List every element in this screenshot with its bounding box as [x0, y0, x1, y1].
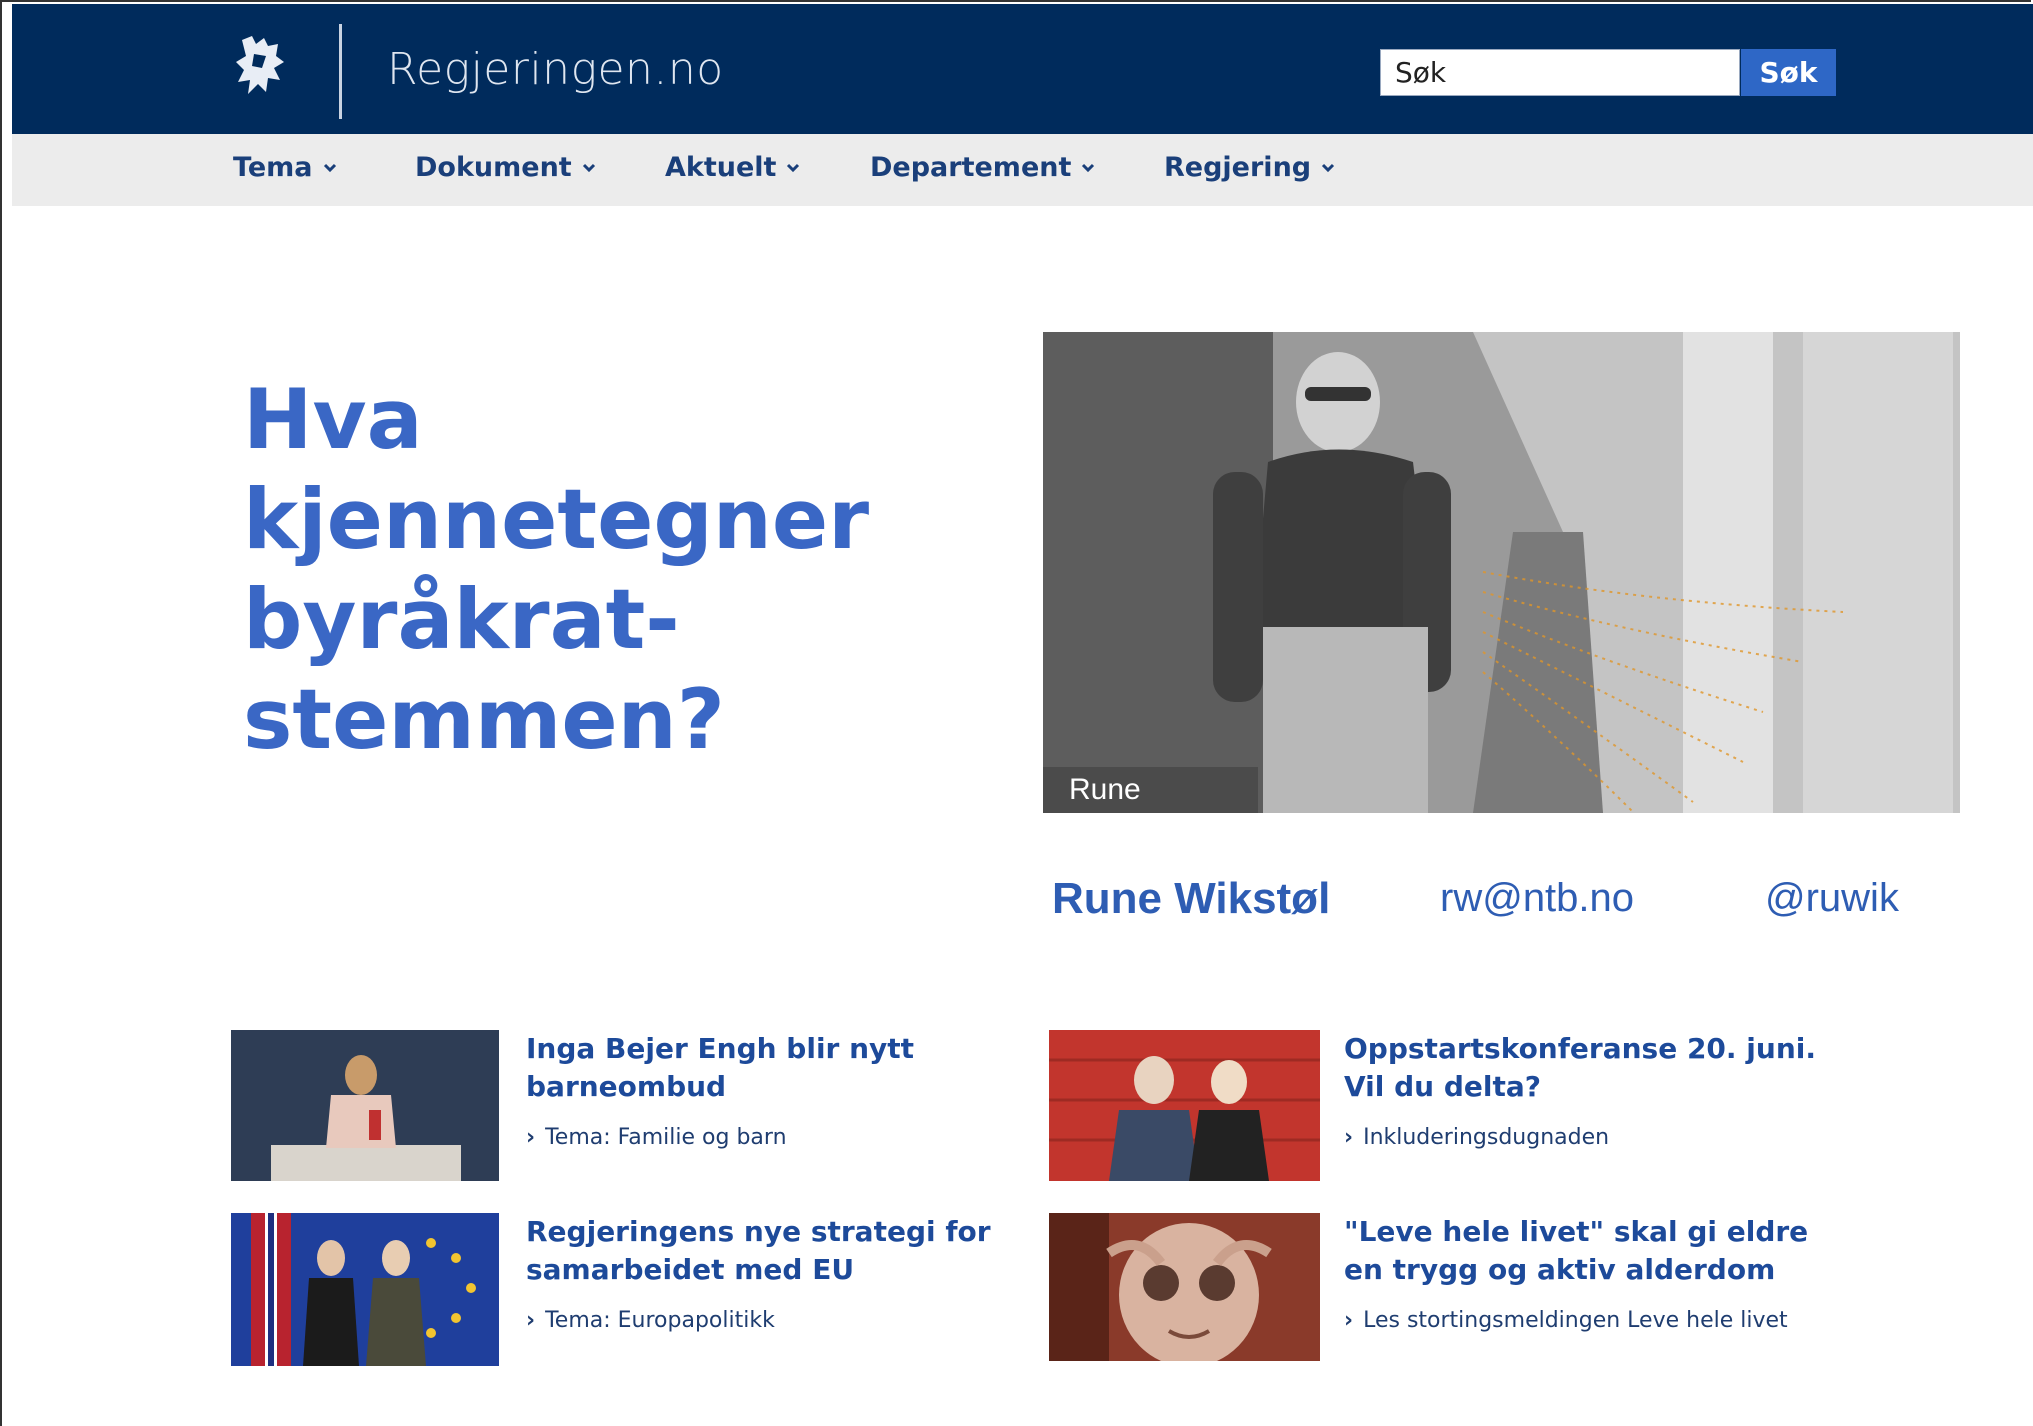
news-topic-label: Tema: Familie og barn: [545, 1125, 787, 1150]
news-topic-link[interactable]: › Les stortingsmeldingen Leve hele livet: [1344, 1308, 1788, 1333]
nav-item-label: Aktuelt: [665, 152, 777, 183]
news-topic-link[interactable]: › Inkluderingsdugnaden: [1344, 1125, 1609, 1150]
author-email-link[interactable]: rw@ntb.no: [1440, 876, 1634, 921]
news-topic-link[interactable]: › Tema: Europapolitikk: [526, 1308, 775, 1333]
chevron-right-icon: ›: [1344, 1308, 1354, 1333]
news-photo-press-conference: [231, 1030, 499, 1181]
headline-line: byråkrat-: [243, 571, 680, 668]
chevron-down-icon: [1082, 163, 1095, 172]
news-title-link[interactable]: Oppstartskonferanse 20. juni. Vil du del…: [1344, 1030, 1854, 1106]
nav-item-regjering[interactable]: Regjering: [1164, 152, 1335, 183]
headline-line: stemmen?: [243, 671, 725, 768]
news-title-link[interactable]: Inga Bejer Engh blir nytt barneombud: [526, 1030, 1036, 1106]
headline-line: Hva: [243, 371, 423, 468]
news-title-link[interactable]: "Leve hele livet" skal gi eldre en trygg…: [1344, 1213, 1854, 1289]
logo-divider: [339, 24, 342, 119]
search-input[interactable]: Søk: [1380, 49, 1740, 96]
chevron-right-icon: ›: [526, 1308, 536, 1333]
nav-item-dokument[interactable]: Dokument: [415, 152, 596, 183]
chevron-down-icon: [787, 163, 800, 172]
news-thumbnail[interactable]: [1049, 1213, 1320, 1361]
headline-line: kjennetegner: [243, 471, 870, 568]
hero-headline: Hva kjennetegner byråkrat- stemmen?: [243, 370, 1003, 770]
chevron-down-icon: [1322, 163, 1335, 172]
chevron-right-icon: ›: [526, 1125, 536, 1150]
news-thumbnail[interactable]: [1049, 1030, 1320, 1181]
nav-item-departement[interactable]: Departement: [870, 152, 1095, 183]
news-topic-label: Tema: Europapolitikk: [545, 1308, 775, 1333]
site-header: Regjeringen.no Søk Søk: [12, 4, 2033, 134]
nav-item-label: Departement: [870, 152, 1072, 183]
coat-of-arms-icon[interactable]: [232, 34, 290, 98]
nav-item-label: Tema: [233, 152, 313, 183]
author-name: Rune Wikstøl: [1052, 874, 1331, 923]
photo-illustration: [1043, 332, 1960, 813]
photo-caption: Rune: [1043, 767, 1258, 813]
main-nav: Tema Dokument Aktuelt Departement Regjer…: [12, 134, 2033, 206]
person-portrait-photo: Rune: [1043, 332, 1960, 813]
news-topic-link[interactable]: › Tema: Familie og barn: [526, 1125, 787, 1150]
nav-item-aktuelt[interactable]: Aktuelt: [665, 152, 800, 183]
nav-item-label: Dokument: [415, 152, 572, 183]
news-photo-eu-handshake: [231, 1213, 499, 1366]
news-title-link[interactable]: Regjeringens nye strategi for samarbeide…: [526, 1213, 1036, 1289]
news-photo-elderly-woman: [1049, 1213, 1320, 1361]
nav-item-label: Regjering: [1164, 152, 1312, 183]
site-name-link[interactable]: Regjeringen.no: [387, 44, 724, 95]
news-topic-label: Inkluderingsdugnaden: [1363, 1125, 1610, 1150]
news-thumbnail[interactable]: [231, 1213, 499, 1366]
news-topic-label: Les stortingsmeldingen Leve hele livet: [1363, 1308, 1788, 1333]
news-thumbnail[interactable]: [231, 1030, 499, 1181]
author-twitter-handle[interactable]: @ruwik: [1765, 876, 1899, 921]
chevron-down-icon: [323, 163, 336, 172]
search-button[interactable]: Søk: [1741, 49, 1836, 96]
chevron-right-icon: ›: [1344, 1125, 1354, 1150]
news-photo-two-women-waving: [1049, 1030, 1320, 1181]
chevron-down-icon: [582, 163, 595, 172]
nav-item-tema[interactable]: Tema: [233, 152, 337, 183]
